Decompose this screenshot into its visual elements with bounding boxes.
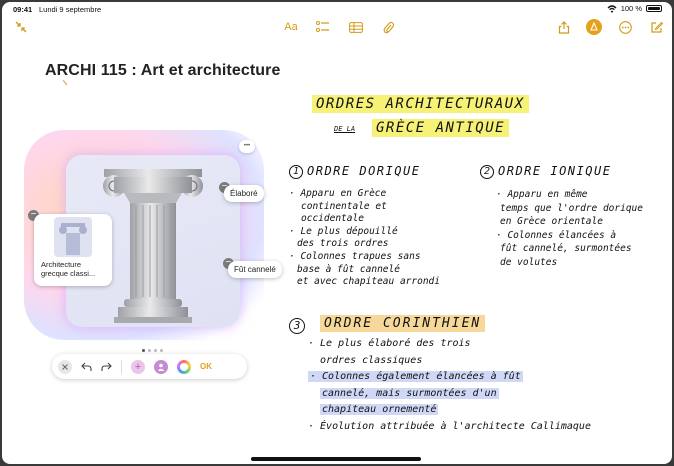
dorique-line: des trois ordres — [297, 238, 389, 250]
corinthien-text: · Le plus élaboré des trois ordres class… — [308, 336, 591, 435]
ionique-line: · Apparu en même — [496, 189, 588, 200]
dorique-text: · Apparu en Grèce continentale et occide… — [289, 188, 440, 289]
corinthien-line-text: cannelé, mais surmontées d'un — [320, 387, 499, 399]
chip-fut-cannele[interactable]: Fût cannelé — [228, 261, 282, 278]
page-dot — [153, 349, 157, 352]
ionique-line: · Colonnes élancées à — [496, 229, 617, 241]
dorique-line: · Colonnes trapues sans — [289, 250, 421, 262]
collapse-icon[interactable] — [14, 20, 28, 34]
dorique-line: et avec chapiteau arrondi — [297, 276, 440, 288]
ionique-line: temps que l'ordre dorique — [500, 202, 643, 214]
image-more-label: ••• — [243, 143, 251, 149]
compose-icon[interactable] — [649, 20, 663, 34]
battery-percent: 100 % — [620, 4, 642, 13]
status-bar: 09:41 Lundi 9 septembre 100 % — [2, 2, 672, 16]
corinthien-line: · Évolution attribuée à l'architecte Cal… — [308, 420, 591, 432]
heading-de-la: DE LA — [334, 125, 356, 133]
corinthien-line: · Colonnes également élancées à fût — [308, 369, 591, 386]
add-element-icon[interactable]: + — [131, 359, 145, 374]
share-icon[interactable] — [557, 20, 571, 34]
corinthien-title-wrap: ORDRE CORINTHIEN — [320, 315, 486, 332]
chip-architecture-line2: grecque classi... — [41, 269, 96, 278]
checklist-icon[interactable] — [315, 20, 331, 34]
redo-icon[interactable] — [101, 362, 112, 372]
chip-elabore[interactable]: Élaboré — [224, 185, 264, 202]
page-dot-active — [141, 349, 145, 352]
ionique-line: de volutes — [500, 256, 558, 268]
format-text-label: Aa — [284, 21, 298, 33]
corinthien-title: ORDRE CORINTHIEN — [320, 315, 486, 332]
dorique-line: continentale et — [301, 200, 387, 212]
heading-ordres: ORDRES ARCHITECTURAUX — [312, 95, 529, 113]
ionique-line: en Grèce orientale — [500, 216, 603, 227]
chip-elabore-label: Élaboré — [230, 189, 258, 198]
attachment-icon[interactable] — [381, 20, 395, 34]
heading-ordres-text: ORDRES ARCHITECTURAUX — [312, 95, 529, 113]
pen-icon — [590, 22, 598, 31]
image-more-button[interactable]: ••• — [239, 140, 255, 153]
more-options-icon[interactable] — [618, 20, 632, 34]
format-text-button[interactable]: Aa — [281, 20, 301, 34]
ionique-number: 2 — [480, 165, 494, 179]
page-dot — [159, 349, 163, 352]
ionique-text: · Apparu en même temps que l'ordre doriq… — [496, 188, 643, 269]
table-icon[interactable] — [348, 20, 364, 34]
dorique-number: 1 — [289, 165, 303, 179]
corinthien-line: ordres classiques — [320, 354, 423, 366]
markup-pen-button[interactable] — [586, 19, 602, 35]
corinthien-line-text: chapiteau ornementé — [320, 404, 439, 415]
corinthien-line-text: · Colonnes également élancées à fût — [308, 371, 523, 382]
status-right: 100 % — [607, 4, 662, 13]
corinthien-line: chapiteau ornementé — [308, 402, 591, 419]
ipad-screen: 09:41 Lundi 9 septembre 100 % Aa ARCHI 1… — [2, 2, 672, 464]
battery-icon — [646, 5, 662, 12]
corinthien-line: cannelé, mais surmontées d'un — [308, 386, 591, 403]
ok-button[interactable]: OK — [200, 362, 212, 371]
chip-fut-label: Fût cannelé — [234, 265, 276, 274]
heading-grece-text: GRÈCE ANTIQUE — [372, 119, 510, 137]
toolbar-divider — [121, 359, 122, 374]
dorique-line: · Le plus dépouillé — [289, 225, 398, 237]
chip-architecture-line1: Architecture — [41, 260, 82, 269]
note-title[interactable]: ARCHI 115 : Art et architecture — [45, 62, 280, 80]
home-indicator[interactable] — [251, 457, 421, 461]
architecture-thumbnail — [54, 217, 92, 257]
close-icon[interactable] — [58, 359, 72, 374]
undo-icon[interactable] — [81, 362, 92, 372]
status-time: 09:41 — [13, 5, 33, 14]
image-playground-icon[interactable] — [177, 359, 191, 374]
corinthien-line: · Le plus élaboré des trois — [308, 338, 471, 349]
image-edit-toolbar: + OK — [52, 354, 247, 379]
page-dot — [147, 349, 151, 352]
heading-grece: GRÈCE ANTIQUE — [372, 119, 510, 137]
dorique-line: base à fût cannelé — [297, 263, 400, 275]
wifi-icon — [607, 4, 617, 13]
status-date: Lundi 9 septembre — [39, 5, 102, 14]
dorique-title: ORDRE DORIQUE — [307, 164, 421, 178]
person-icon[interactable] — [154, 359, 168, 374]
ionique-line: fût cannelé, surmontées — [500, 243, 632, 254]
chip-architecture[interactable]: Architecture grecque classi... — [34, 214, 112, 286]
ionique-title: ORDRE IONIQUE — [498, 164, 612, 178]
dorique-line: occidentale — [301, 213, 364, 225]
corinthien-number: 3 — [289, 318, 305, 334]
dorique-line: · Apparu en Grèce — [289, 188, 387, 199]
